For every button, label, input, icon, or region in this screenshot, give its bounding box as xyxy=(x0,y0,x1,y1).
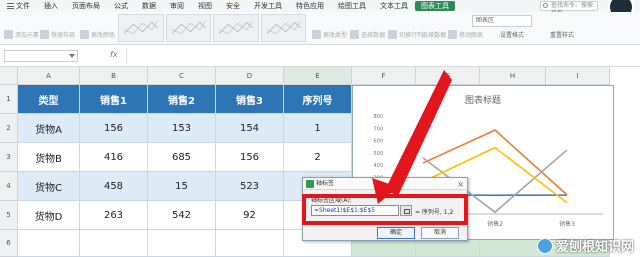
watermark-text: 爱刨根知识网 xyxy=(555,240,634,255)
watermark: 爱刨根知识网 xyxy=(536,236,634,255)
watermark-logo-icon xyxy=(536,237,553,254)
annotation-arrow xyxy=(372,70,452,204)
